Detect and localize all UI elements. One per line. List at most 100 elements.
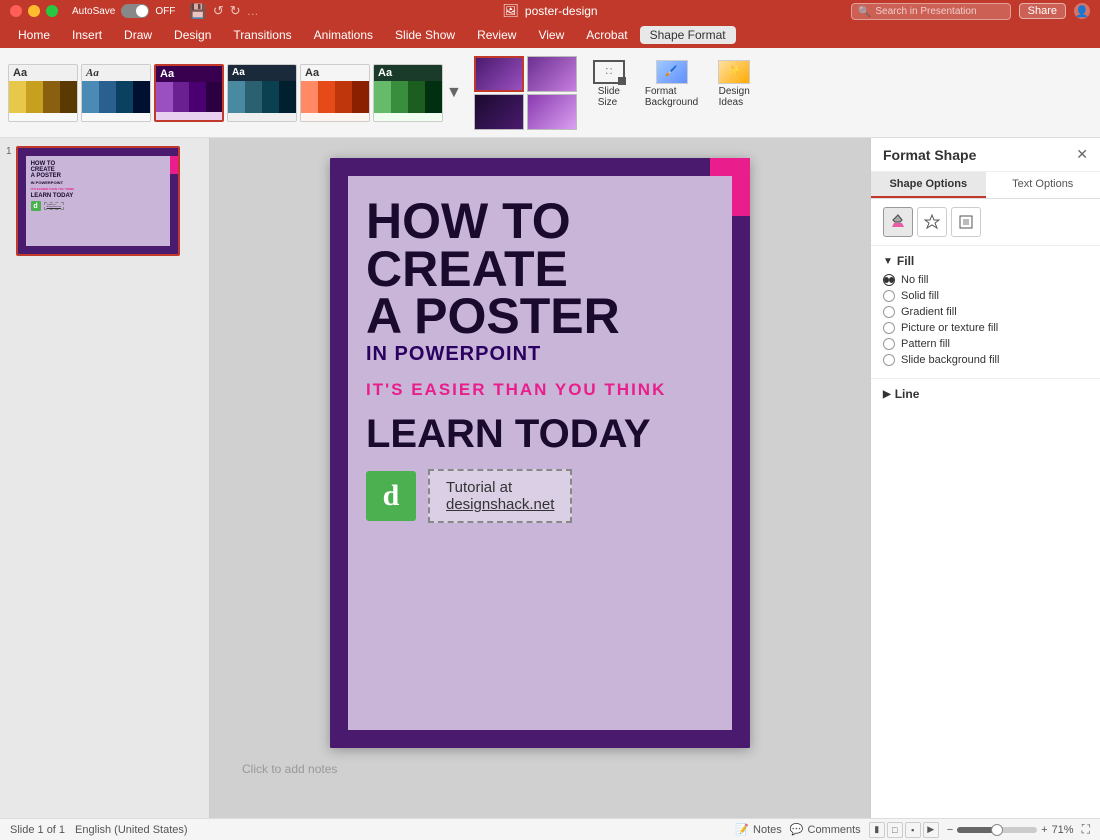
tab-shape-options[interactable]: Shape Options	[871, 172, 986, 198]
poster-cta: LEARN TODAY	[366, 412, 714, 457]
theme-preset-5[interactable]: Aa	[300, 64, 370, 122]
menu-review[interactable]: Review	[467, 26, 526, 44]
pattern-fill-radio[interactable]	[883, 338, 895, 350]
slide-sorter-icon[interactable]: □	[887, 822, 903, 838]
canvas-area: HOW TO CREATE A POSTER IN POWERPOINT IT'…	[210, 138, 870, 818]
layout-tiles-group	[474, 56, 577, 130]
fit-to-window-button[interactable]: ⛶	[1082, 822, 1090, 837]
fill-section-header[interactable]: ▼ Fill	[883, 254, 1088, 268]
menu-draw[interactable]: Draw	[114, 26, 162, 44]
autosave-label: AutoSave	[72, 6, 115, 17]
line-label: Line	[895, 387, 920, 401]
menu-acrobat[interactable]: Acrobat	[576, 26, 637, 44]
share-button[interactable]: Share	[1019, 3, 1066, 19]
tutorial-line2: designshack.net	[446, 496, 554, 513]
pattern-fill-option[interactable]: Pattern fill	[883, 338, 1088, 350]
theme-preset-4[interactable]: Aa	[227, 64, 297, 122]
menu-bar: Home Insert Draw Design Transitions Anim…	[0, 22, 1100, 48]
ribbon-group-slide: ⛶ SlideSize 🖌️ FormatBackground ✨ Design…	[466, 53, 766, 133]
layout-variant-2[interactable]	[527, 56, 577, 92]
gradient-fill-option[interactable]: Gradient fill	[883, 306, 1088, 318]
notes-icon: 📝	[735, 823, 749, 836]
slide-thumbnail[interactable]: HOW TOCREATEA POSTER IN POWERPOINT IT'S …	[16, 146, 180, 256]
slide-canvas[interactable]: HOW TO CREATE A POSTER IN POWERPOINT IT'…	[330, 158, 750, 748]
zoom-out-button[interactable]: −	[947, 824, 953, 836]
minimize-window-button[interactable]	[28, 5, 40, 17]
zoom-controls: − + 71%	[947, 824, 1074, 836]
fill-label: Fill	[897, 254, 914, 268]
solid-fill-option[interactable]: Solid fill	[883, 290, 1088, 302]
poster-subtitle: IN POWERPOINT	[366, 343, 714, 366]
menu-home[interactable]: Home	[8, 26, 60, 44]
fill-line-icon-button[interactable]	[883, 207, 913, 237]
panel-icon-buttons	[871, 199, 1100, 246]
slide-background-fill-label: Slide background fill	[901, 354, 999, 366]
menu-design[interactable]: Design	[164, 26, 221, 44]
no-fill-option[interactable]: No fill	[883, 274, 1088, 286]
slide-size-button[interactable]: ⛶ SlideSize	[585, 56, 633, 130]
no-fill-label: No fill	[901, 274, 929, 286]
tutorial-box[interactable]: Tutorial at designshack.net	[428, 469, 572, 523]
poster-title: HOW TO CREATE A POSTER	[366, 198, 714, 341]
close-window-button[interactable]	[10, 5, 22, 17]
picture-texture-fill-radio[interactable]	[883, 322, 895, 334]
layout-variant-1[interactable]	[474, 56, 524, 92]
tutorial-line1: Tutorial at	[446, 479, 554, 496]
slideshow-icon[interactable]: ▶	[923, 822, 939, 838]
theme-preset-1[interactable]: Aa	[8, 64, 78, 122]
user-avatar[interactable]: 👤	[1074, 3, 1090, 19]
notes-button[interactable]: 📝 Notes	[735, 823, 781, 836]
no-fill-radio[interactable]	[883, 274, 895, 286]
gradient-fill-radio[interactable]	[883, 306, 895, 318]
search-placeholder: Search in Presentation	[875, 6, 976, 17]
zoom-in-button[interactable]: +	[1041, 824, 1047, 836]
layout-variant-4[interactable]	[527, 94, 577, 130]
menu-insert[interactable]: Insert	[62, 26, 112, 44]
gradient-fill-label: Gradient fill	[901, 306, 957, 318]
title-bar-right: 🔍 Search in Presentation Share 👤	[851, 3, 1090, 20]
status-bar: Slide 1 of 1 English (United States) 📝 N…	[0, 818, 1100, 840]
themes-scroll-button[interactable]: ▼	[446, 84, 462, 102]
window-title-area: 🖼 poster-design	[502, 3, 597, 19]
picture-texture-fill-option[interactable]: Picture or texture fill	[883, 322, 1088, 334]
slide-size-label: SlideSize	[598, 86, 620, 108]
autosave-state: OFF	[155, 6, 175, 17]
format-panel-close-button[interactable]: ✕	[1076, 146, 1088, 163]
size-properties-icon-button[interactable]	[951, 207, 981, 237]
maximize-window-button[interactable]	[46, 5, 58, 17]
comments-button[interactable]: 💬 Comments	[790, 823, 861, 836]
line-section-header[interactable]: ▶ Line	[883, 387, 1088, 401]
format-background-label: FormatBackground	[645, 86, 698, 108]
menu-transitions[interactable]: Transitions	[223, 26, 301, 44]
view-icons-group: ▮ □ ▪ ▶	[869, 822, 939, 838]
format-shape-panel: Format Shape ✕ Shape Options Text Option…	[870, 138, 1100, 818]
click-to-add-notes[interactable]: Click to add notes	[230, 756, 850, 782]
zoom-slider[interactable]	[957, 827, 1037, 833]
comments-icon: 💬	[790, 823, 804, 836]
format-background-button[interactable]: 🖌️ FormatBackground	[637, 56, 706, 130]
normal-view-icon[interactable]: ▮	[869, 822, 885, 838]
theme-preset-2[interactable]: Aa	[81, 64, 151, 122]
menu-shape-format[interactable]: Shape Format	[640, 26, 736, 44]
slide-background-fill-option[interactable]: Slide background fill	[883, 354, 1088, 366]
pattern-fill-label: Pattern fill	[901, 338, 950, 350]
reading-view-icon[interactable]: ▪	[905, 822, 921, 838]
menu-view[interactable]: View	[528, 26, 574, 44]
design-ideas-button[interactable]: ✨ DesignIdeas	[710, 56, 758, 130]
zoom-level: 71%	[1052, 824, 1074, 836]
theme-preset-3[interactable]: Aa	[154, 64, 224, 122]
slide-background-fill-radio[interactable]	[883, 354, 895, 366]
menu-animations[interactable]: Animations	[304, 26, 383, 44]
effects-icon-button[interactable]	[917, 207, 947, 237]
tab-text-options[interactable]: Text Options	[986, 172, 1100, 198]
format-panel-header: Format Shape ✕	[871, 138, 1100, 172]
autosave-toggle[interactable]	[121, 4, 149, 18]
language-info: English (United States)	[75, 824, 188, 836]
main-area: 1 HOW TOCREATEA POSTER IN POWERPOINT IT'…	[0, 138, 1100, 818]
theme-preset-6[interactable]: Aa	[373, 64, 443, 122]
search-box[interactable]: 🔍 Search in Presentation	[851, 3, 1011, 20]
layout-variant-3[interactable]	[474, 94, 524, 130]
solid-fill-radio[interactable]	[883, 290, 895, 302]
solid-fill-label: Solid fill	[901, 290, 939, 302]
menu-slideshow[interactable]: Slide Show	[385, 26, 465, 44]
